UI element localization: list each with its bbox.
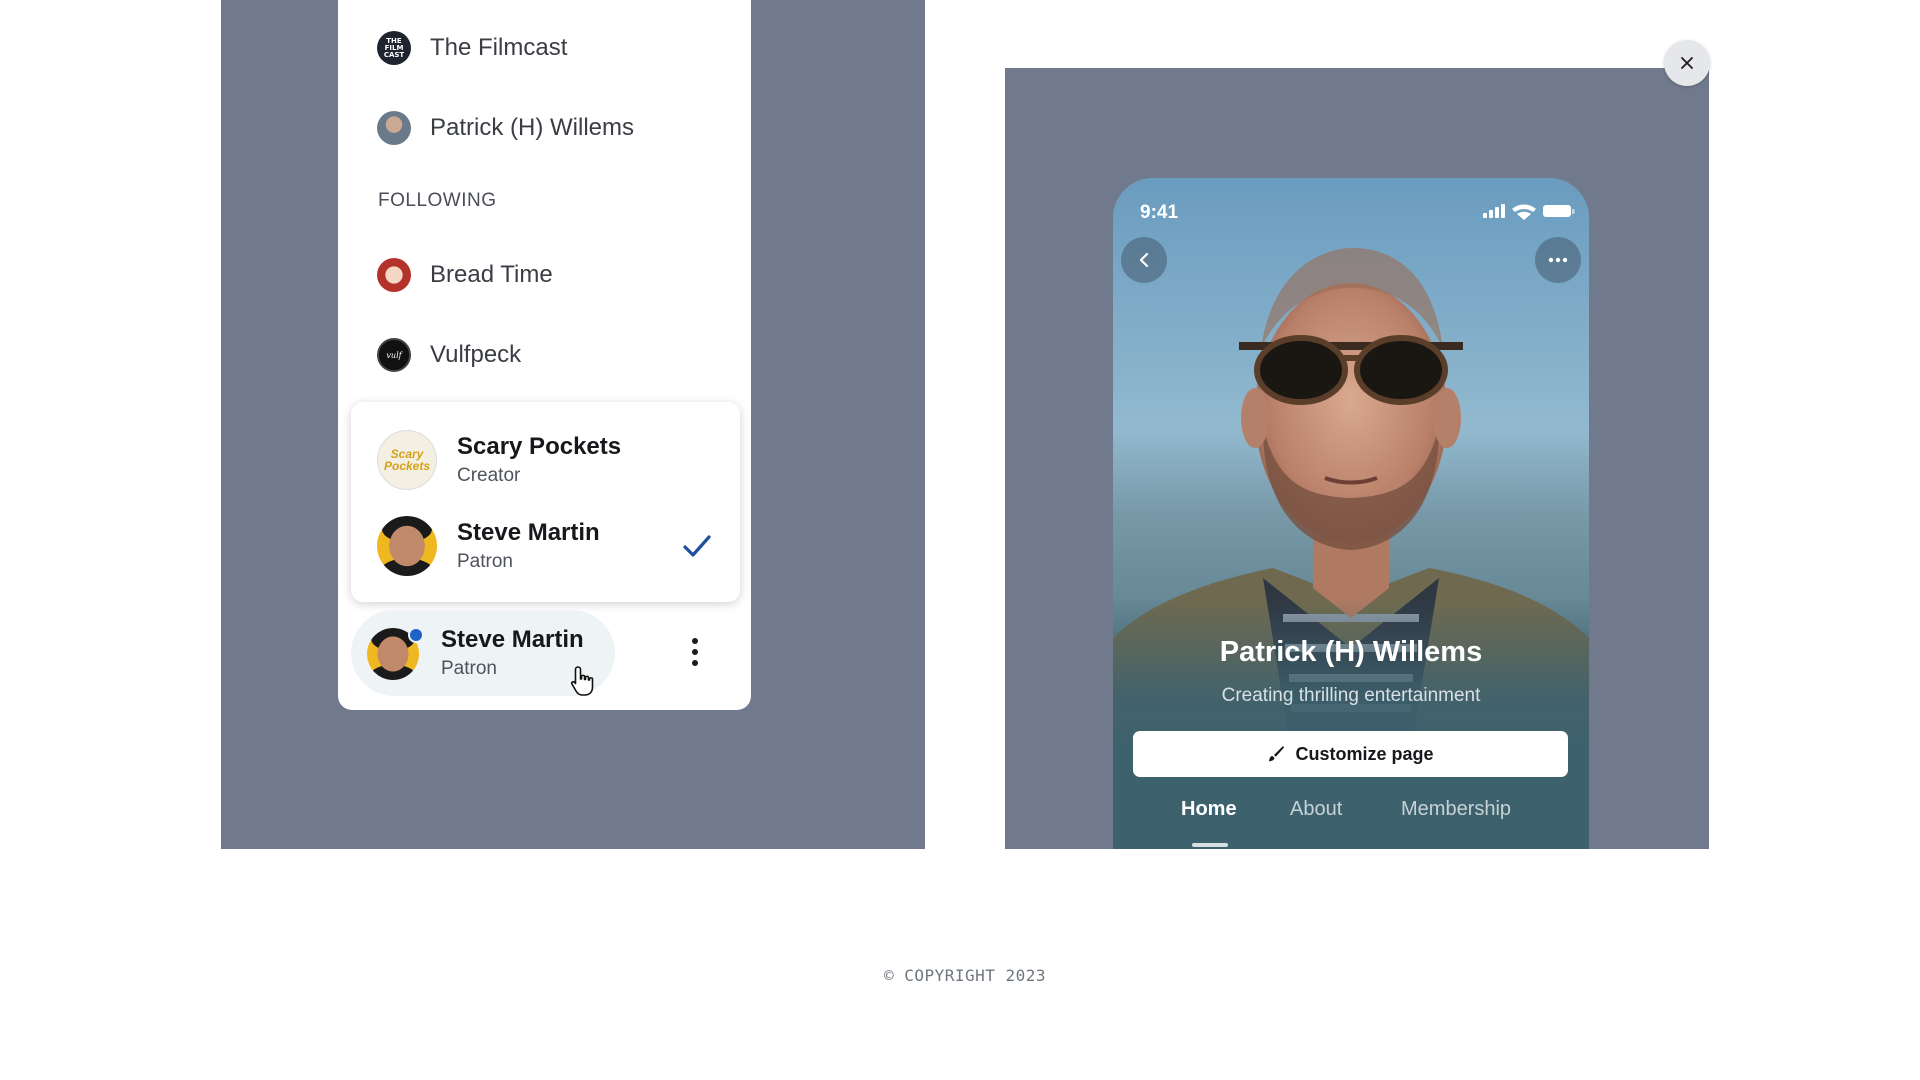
copyright-text: © COPYRIGHT 2023 <box>883 966 1047 985</box>
creator-page-tabs: Home About Membership <box>1113 798 1589 849</box>
bread-time-avatar <box>377 258 411 292</box>
hand-cursor-icon <box>570 666 594 696</box>
filmcast-avatar-text: THE FILM CAST <box>383 36 405 59</box>
close-icon <box>1681 57 1693 69</box>
sidebar-item-label: Vulfpeck <box>430 341 522 368</box>
sidebar-item-the-filmcast[interactable]: THE FILM CAST The Filmcast <box>377 28 567 68</box>
status-bar-icons <box>1483 204 1575 220</box>
patrick-avatar <box>377 111 411 145</box>
close-button[interactable] <box>1664 40 1710 86</box>
filmcast-avatar: THE FILM CAST <box>377 31 411 65</box>
page-preview-panel: 9:41 Patrick (H) Willems Creating thrill… <box>1005 68 1709 849</box>
tab-home[interactable]: Home <box>1181 798 1237 821</box>
back-button[interactable] <box>1121 237 1167 283</box>
account-option-scary-pockets[interactable]: Scary Pockets Scary Pockets Creator <box>377 429 722 491</box>
ellipsis-icon <box>1548 257 1568 263</box>
sidebar-item-bread-time[interactable]: Bread Time <box>377 255 553 295</box>
more-options-icon[interactable] <box>688 635 702 671</box>
current-user-role: Patron <box>441 658 497 679</box>
current-user-name: Steve Martin <box>441 626 584 653</box>
account-switcher-menu: Scary Pockets Scary Pockets Creator Stev… <box>351 402 740 602</box>
sidebar-item-vulfpeck[interactable]: vulf Vulfpeck <box>377 335 521 375</box>
sidebar-item-patrick-willems[interactable]: Patrick (H) Willems <box>377 108 634 148</box>
tab-about[interactable]: About <box>1290 798 1342 821</box>
paintbrush-icon <box>1269 746 1285 762</box>
chevron-left-icon <box>1139 252 1149 268</box>
scary-pockets-avatar: Scary Pockets <box>377 430 437 490</box>
sidebar-item-label: The Filmcast <box>430 34 568 61</box>
notification-dot <box>408 627 424 643</box>
steve-martin-avatar <box>377 516 437 576</box>
account-role: Patron <box>457 551 513 572</box>
vulfpeck-avatar-text: vulf <box>386 350 402 360</box>
checkmark-icon <box>683 535 711 557</box>
creator-name: Patrick (H) Willems <box>1219 636 1483 668</box>
account-name: Scary Pockets <box>457 433 622 460</box>
phone-mockup: 9:41 Patrick (H) Willems Creating thrill… <box>1113 178 1589 849</box>
vulfpeck-avatar: vulf <box>377 338 411 372</box>
sidebar-card: THE FILM CAST The Filmcast Patrick (H) W… <box>338 0 751 710</box>
customize-page-label: Customize page <box>1295 743 1434 764</box>
sidebar-item-label: Bread Time <box>430 261 553 288</box>
account-option-steve-martin[interactable]: Steve Martin Patron <box>377 515 722 577</box>
account-role: Creator <box>457 465 521 486</box>
status-bar-time: 9:41 <box>1140 202 1179 223</box>
tab-membership[interactable]: Membership <box>1401 798 1511 821</box>
customize-page-button[interactable]: Customize page <box>1133 731 1568 777</box>
following-section-label: FOLLOWING <box>378 190 497 211</box>
creator-tagline: Creating thrilling entertainment <box>1221 685 1481 706</box>
more-button[interactable] <box>1535 237 1581 283</box>
scary-pockets-avatar-text: Scary Pockets <box>383 447 431 473</box>
sidebar-item-label: Patrick (H) Willems <box>430 114 634 141</box>
account-name: Steve Martin <box>457 519 600 546</box>
active-tab-indicator <box>1192 843 1228 847</box>
